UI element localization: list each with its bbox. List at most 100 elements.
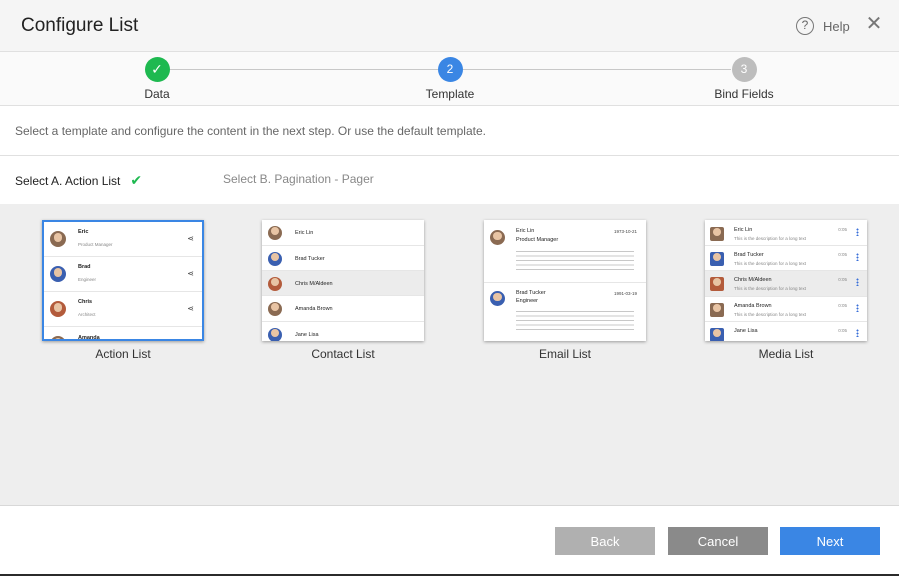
tab-action-list[interactable]: Select A. Action List ✔ (15, 172, 142, 189)
dialog-title: Configure List (21, 15, 139, 36)
preview-name: Amanda (78, 335, 100, 341)
step-complete-icon: ✓ (144, 57, 170, 82)
help-label: Help (823, 18, 850, 34)
preview-row: Eric Lin This is the description for a l… (705, 220, 867, 246)
wizard-stepper: ✓ Data 2 Template 3 Bind Fields (0, 52, 899, 106)
more-vertical-icon (856, 329, 859, 337)
tab-label: Select B. Pagination - Pager (223, 172, 374, 186)
template-label: Action List (95, 347, 151, 361)
preview-subtitle: Engineer (516, 298, 539, 304)
template-label: Media List (758, 347, 814, 361)
avatar (490, 291, 505, 306)
preview-body-text (516, 309, 634, 333)
more-vertical-icon (856, 304, 859, 312)
preview-time: 0:05 (838, 227, 847, 232)
preview-time: 0:05 (838, 277, 847, 282)
tab-label: Select A. Action List (15, 174, 121, 188)
preview-name: Amanda Brown (734, 303, 772, 309)
close-icon[interactable]: ✕ (865, 14, 883, 34)
preview-name: Eric Lin (295, 230, 314, 236)
avatar (710, 277, 724, 291)
check-icon: ✔ (130, 172, 143, 188)
template-label: Contact List (311, 347, 375, 361)
preview-description: This is the description for a long text (734, 312, 807, 317)
avatar (710, 252, 724, 266)
help-icon: ? (796, 17, 814, 35)
preview-row: Brad Tucker This is the description for … (705, 246, 867, 271)
template-media-list[interactable]: Eric Lin This is the description for a l… (705, 220, 867, 361)
preview-subtitle: Engineer (78, 277, 97, 282)
template-contact-list[interactable]: Eric Lin Brad Tucker Chris M/Aldeen Aman… (262, 220, 424, 361)
preview-row: Brad Tucker Engineer 1991-03-19 (484, 283, 646, 341)
help-button[interactable]: ? Help (796, 16, 850, 36)
template-action-list[interactable]: Eric Product Manager ⋖ Brad Engineer ⋖ C… (42, 220, 204, 361)
preview-time: 0:05 (838, 252, 847, 257)
preview-name: Eric (78, 229, 89, 235)
preview-name: Amanda Brown (295, 306, 333, 312)
template-email-list[interactable]: Eric Lin Product Manager 1973-10-21 Brad… (484, 220, 646, 361)
instructions-text: Select a template and configure the cont… (15, 124, 486, 138)
more-vertical-icon (856, 278, 859, 286)
template-thumbnail: Eric Product Manager ⋖ Brad Engineer ⋖ C… (42, 220, 204, 341)
preview-body-text (516, 249, 634, 273)
preview-row: Eric Product Manager ⋖ (44, 222, 202, 257)
avatar (50, 266, 66, 282)
next-button[interactable]: Next (780, 527, 880, 555)
avatar (50, 231, 66, 247)
back-button[interactable]: Back (555, 527, 655, 555)
preview-row: Chris M/Aldeen (262, 271, 424, 296)
step-data[interactable]: ✓ Data (97, 57, 217, 101)
preview-date: 1973-10-21 (613, 229, 637, 234)
preview-name: Brad Tucker (734, 252, 764, 258)
step-label: Bind Fields (714, 87, 774, 101)
preview-row: Amanda Brown This is the description for… (705, 297, 867, 322)
share-icon: ⋖ (187, 269, 194, 278)
avatar (710, 227, 724, 241)
step-number: 2 (437, 57, 463, 82)
preview-row: Eric Lin (262, 220, 424, 246)
preview-time: 0:05 (838, 328, 847, 333)
tab-pagination-pager[interactable]: Select B. Pagination - Pager (223, 172, 374, 186)
preview-description: This is the description for a long text (734, 236, 807, 241)
more-vertical-icon (856, 228, 859, 236)
avatar (268, 302, 282, 316)
divider (0, 155, 899, 156)
preview-name: Chris (78, 299, 93, 305)
preview-subtitle: Architect (78, 312, 96, 317)
step-label: Template (425, 87, 475, 101)
template-label: Email List (538, 347, 591, 361)
avatar (268, 328, 282, 341)
preview-row: Amanda Brown (262, 296, 424, 322)
avatar (710, 303, 724, 317)
preview-description: This is the description for a long text (734, 286, 807, 291)
preview-row: Eric Lin Product Manager 1973-10-21 (484, 220, 646, 283)
avatar (490, 230, 505, 245)
avatar (710, 328, 724, 341)
preview-name: Brad Tucker (295, 256, 325, 262)
preview-name: Eric Lin (516, 228, 535, 234)
share-icon: ⋖ (187, 234, 194, 243)
preview-description: This is the description for a long text (734, 261, 807, 266)
preview-name: Jane Lisa (295, 332, 319, 338)
preview-date: 1991-03-19 (613, 291, 637, 296)
preview-subtitle: Product Manager (516, 237, 559, 243)
preview-name: Chris M/Aldeen (734, 277, 772, 283)
preview-row: Chris M/Aldeen This is the description f… (705, 271, 867, 297)
step-number: 3 (731, 57, 757, 82)
avatar (268, 252, 282, 266)
preview-time: 0:05 (838, 303, 847, 308)
step-template[interactable]: 2 Template (390, 57, 510, 101)
step-bind-fields[interactable]: 3 Bind Fields (684, 57, 804, 101)
template-gallery: Eric Product Manager ⋖ Brad Engineer ⋖ C… (0, 204, 899, 506)
preview-row: Brad Engineer ⋖ (44, 257, 202, 292)
step-label: Data (144, 87, 170, 101)
configure-list-dialog: Configure List ? Help ✕ ✓ Data 2 Templat… (0, 0, 899, 574)
template-thumbnail: Eric Lin This is the description for a l… (705, 220, 867, 341)
cancel-button[interactable]: Cancel (668, 527, 768, 555)
preview-row: Chris Architect ⋖ (44, 292, 202, 327)
share-icon: ⋖ (187, 304, 194, 313)
avatar (50, 301, 66, 317)
avatar (268, 277, 282, 291)
template-thumbnail: Eric Lin Brad Tucker Chris M/Aldeen Aman… (262, 220, 424, 341)
preview-row: Amanda (44, 327, 202, 341)
